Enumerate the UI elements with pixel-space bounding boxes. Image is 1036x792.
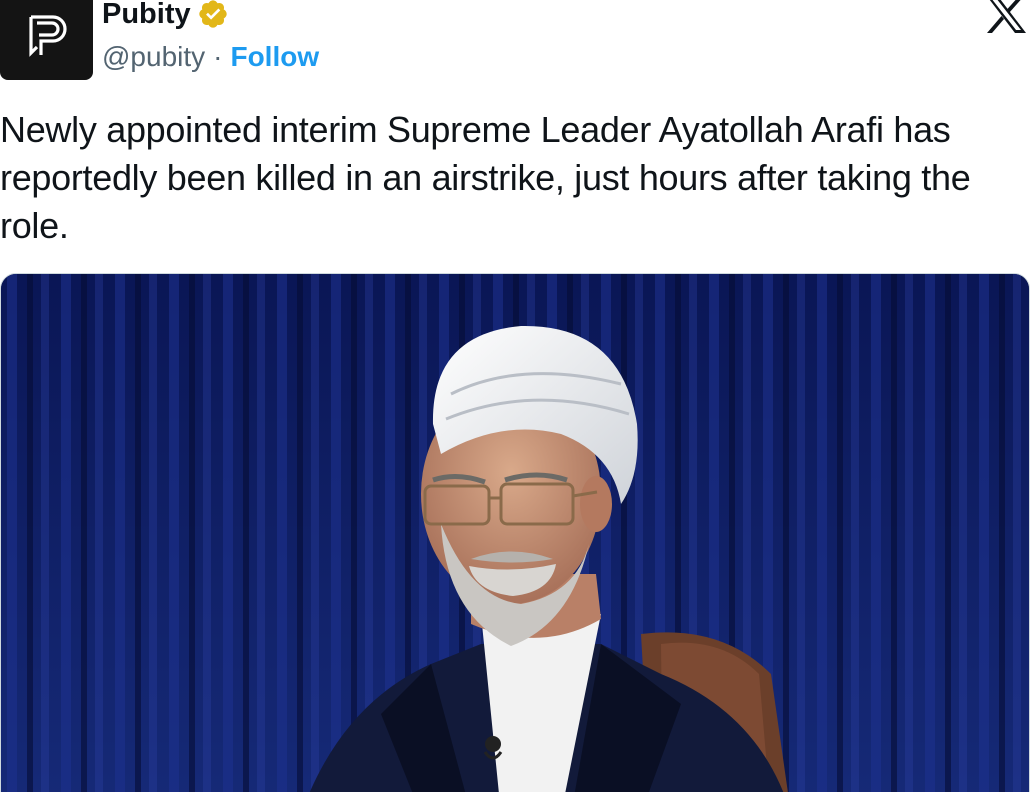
tweet-text: Newly appointed interim Supreme Leader A…: [0, 109, 971, 246]
verified-badge-icon: [198, 0, 227, 28]
pubity-logo-icon: [28, 15, 67, 57]
avatar[interactable]: [0, 0, 93, 80]
x-logo-icon[interactable]: [984, 0, 1028, 34]
separator-dot: ·: [213, 41, 223, 72]
author-handle[interactable]: @pubity: [102, 43, 205, 71]
author-display-name[interactable]: Pubity: [102, 0, 191, 29]
photo-portrait: [1, 274, 1029, 792]
author-name-row: Pubity: [102, 0, 229, 34]
follow-button[interactable]: Follow: [230, 43, 319, 71]
tweet-media-image[interactable]: [0, 273, 1030, 792]
tweet-card: Pubity @pubity · Follow Newly appointed …: [0, 0, 1036, 792]
author-handle-row: @pubity · Follow: [102, 39, 319, 75]
